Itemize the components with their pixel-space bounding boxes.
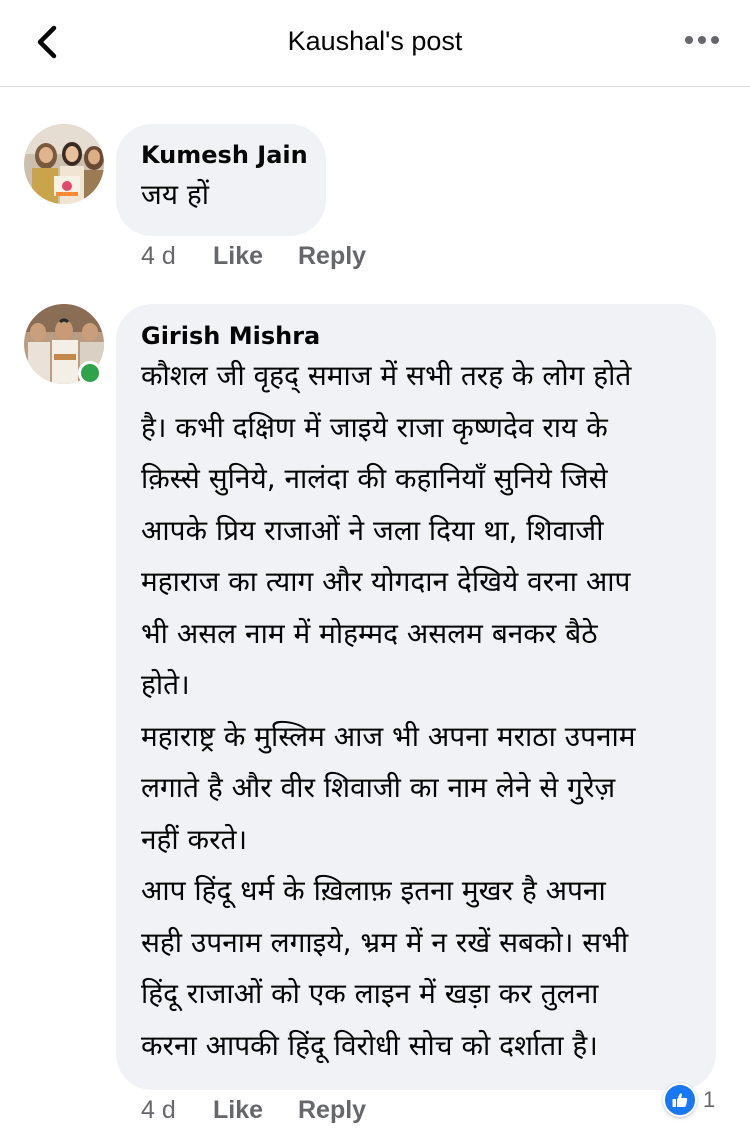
comment-author[interactable]: Girish Mishra: [141, 322, 716, 350]
reaction-summary[interactable]: 1: [663, 1083, 715, 1117]
comment-text: कौशल जी वृहद् समाज में सभी तरह के लोग हो…: [141, 359, 636, 1062]
comment-bubble[interactable]: Girish Mishra कौशल जी वृहद् समाज में सभी…: [116, 304, 716, 1090]
profile-photo: [24, 124, 104, 204]
top-bar: Kaushal's post: [0, 0, 750, 87]
comment-timestamp: 4 d: [141, 1096, 176, 1124]
reply-button[interactable]: Reply: [298, 242, 366, 271]
comment-text: जय हों: [141, 178, 210, 211]
comment-author[interactable]: Kumesh Jain: [141, 141, 326, 169]
avatar[interactable]: [24, 124, 104, 204]
comment-bubble[interactable]: Kumesh Jain जय हों: [116, 124, 326, 236]
page-title: Kaushal's post: [287, 26, 463, 56]
reply-button[interactable]: Reply: [298, 1096, 366, 1125]
like-button[interactable]: Like: [213, 242, 263, 271]
online-status-indicator: [78, 361, 102, 385]
thumbs-up-glyph: [672, 1093, 688, 1107]
thumbs-up-icon: [663, 1083, 697, 1117]
comment-actions: 4 d Like Reply: [141, 242, 441, 272]
like-button[interactable]: Like: [213, 1096, 263, 1125]
comment-timestamp: 4 d: [141, 242, 176, 270]
more-options-button[interactable]: [684, 30, 720, 50]
comment-actions: 4 d Like Reply: [141, 1096, 441, 1126]
more-horizontal-icon: [685, 36, 719, 44]
reaction-count: 1: [703, 1087, 716, 1112]
